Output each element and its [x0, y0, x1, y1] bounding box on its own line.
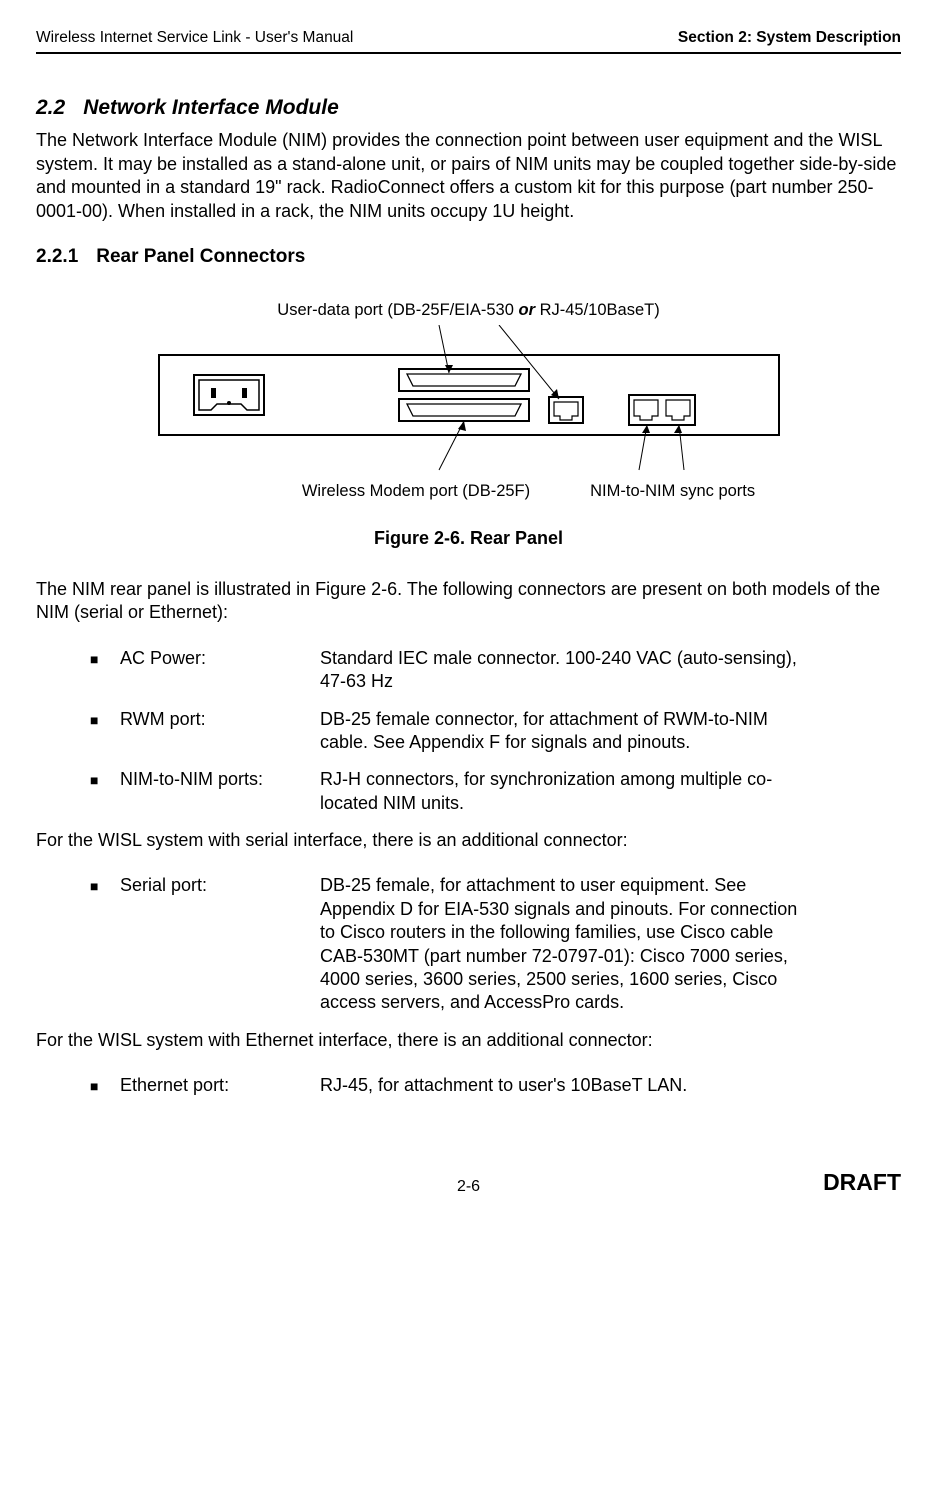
item-label: Serial port: [120, 874, 320, 1014]
list-item: ■ Serial port: DB-25 female, for attachm… [90, 874, 901, 1014]
list-item: ■ Ethernet port: RJ-45, for attachment t… [90, 1074, 901, 1097]
subsection-title: Rear Panel Connectors [96, 246, 305, 267]
connector-list-common: ■ AC Power: Standard IEC male connector.… [36, 647, 901, 815]
paragraph-ethernet-intro: For the WISL system with Ethernet interf… [36, 1029, 901, 1052]
connector-list-serial: ■ Serial port: DB-25 female, for attachm… [36, 874, 901, 1014]
item-desc: DB-25 female connector, for attachment o… [320, 708, 800, 755]
item-label: NIM-to-NIM ports: [120, 768, 320, 815]
item-desc: Standard IEC male connector. 100-240 VAC… [320, 647, 800, 694]
item-label: RWM port: [120, 708, 320, 755]
intro-paragraph: The Network Interface Module (NIM) provi… [36, 129, 901, 223]
item-label: AC Power: [120, 647, 320, 694]
figure-rear-panel: User-data port (DB-25F/EIA-530 or RJ-45/… [36, 300, 901, 550]
bullet-icon: ■ [90, 1074, 120, 1097]
list-item: ■ NIM-to-NIM ports: RJ-H connectors, for… [90, 768, 901, 815]
list-item: ■ RWM port: DB-25 female connector, for … [90, 708, 901, 755]
header-left: Wireless Internet Service Link - User's … [36, 28, 353, 48]
section-heading: 2.2 Network Interface Module [36, 94, 901, 121]
header-right: Section 2: System Description [678, 28, 901, 48]
figure-top-label: User-data port (DB-25F/EIA-530 or RJ-45/… [36, 300, 901, 321]
item-desc: DB-25 female, for attachment to user equ… [320, 874, 800, 1014]
item-desc: RJ-45, for attachment to user's 10BaseT … [320, 1074, 800, 1097]
figure-caption: Figure 2-6. Rear Panel [36, 527, 901, 550]
page-footer: 2-6 DRAFT [36, 1168, 901, 1198]
section-title: Network Interface Module [83, 96, 339, 119]
page-header: Wireless Internet Service Link - User's … [36, 28, 901, 48]
list-item: ■ AC Power: Standard IEC male connector.… [90, 647, 901, 694]
subsection-heading: 2.2.1 Rear Panel Connectors [36, 245, 901, 270]
bullet-icon: ■ [90, 768, 120, 815]
figure-bottom-labels: Wireless Modem port (DB-25F) NIM-to-NIM … [36, 481, 901, 502]
item-label: Ethernet port: [120, 1074, 320, 1097]
bullet-icon: ■ [90, 708, 120, 755]
footer-page-number: 2-6 [156, 1177, 781, 1198]
item-desc: RJ-H connectors, for synchronization amo… [320, 768, 800, 815]
connector-list-ethernet: ■ Ethernet port: RJ-45, for attachment t… [36, 1074, 901, 1097]
bullet-icon: ■ [90, 874, 120, 1014]
paragraph-serial-intro: For the WISL system with serial interfac… [36, 829, 901, 852]
bullet-icon: ■ [90, 647, 120, 694]
section-number: 2.2 [36, 96, 65, 119]
rear-panel-diagram [139, 325, 799, 475]
paragraph-connectors-intro: The NIM rear panel is illustrated in Fig… [36, 578, 901, 625]
label-modem-port: Wireless Modem port (DB-25F) [302, 481, 530, 502]
label-sync-ports: NIM-to-NIM sync ports [590, 481, 755, 502]
header-rule [36, 52, 901, 54]
subsection-number: 2.2.1 [36, 246, 78, 267]
footer-status: DRAFT [823, 1169, 901, 1195]
